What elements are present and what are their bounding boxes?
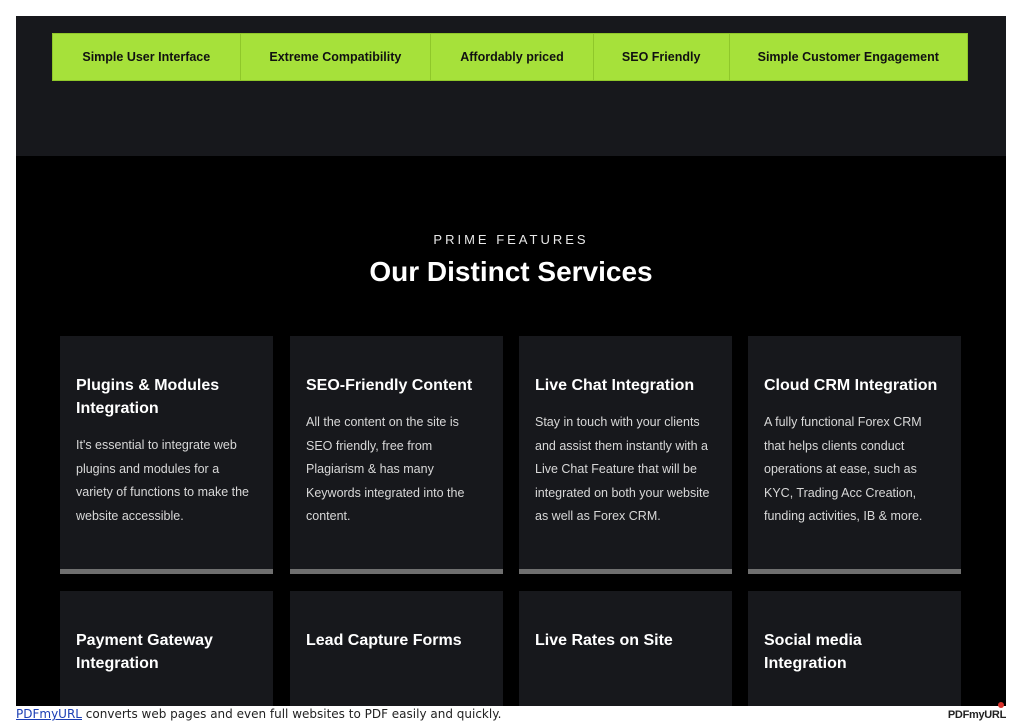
feature-bar: Simple User Interface Extreme Compatibil… (52, 33, 968, 81)
service-card-plugins[interactable]: Plugins & Modules Integration It's essen… (60, 336, 273, 574)
service-card-lead-capture[interactable]: Lead Capture Forms (290, 591, 503, 706)
feature-extreme-compatibility[interactable]: Extreme Compatibility (241, 34, 432, 80)
feature-seo-friendly[interactable]: SEO Friendly (594, 34, 730, 80)
card-title: Cloud CRM Integration (764, 377, 938, 394)
feature-affordably-priced[interactable]: Affordably priced (431, 34, 594, 80)
card-text: Stay in touch with your clients and assi… (535, 415, 710, 523)
card-text: A fully functional Forex CRM that helps … (764, 415, 923, 523)
card-title: Plugins & Modules Integration (76, 377, 220, 417)
card-title: Payment Gateway Integration (76, 632, 213, 672)
service-card-cloud-crm[interactable]: Cloud CRM Integration A fully functional… (748, 336, 961, 574)
service-card-live-chat[interactable]: Live Chat Integration Stay in touch with… (519, 336, 732, 574)
section-title: Our Distinct Services (369, 256, 653, 287)
card-text: All the content on the site is SEO frien… (306, 415, 465, 523)
card-title: Lead Capture Forms (306, 632, 462, 649)
footer-text: converts web pages and even full website… (81, 707, 502, 721)
service-card-live-rates[interactable]: Live Rates on Site (519, 591, 732, 706)
service-card-social-media[interactable]: Social media Integration (748, 591, 961, 706)
logo-dot-icon (998, 702, 1004, 708)
service-card-payment-gateway[interactable]: Payment Gateway Integration (60, 591, 273, 706)
card-text: It's essential to integrate web plugins … (76, 438, 250, 523)
card-title: Social media Integration (764, 632, 862, 672)
top-band: Simple User Interface Extreme Compatibil… (16, 16, 1006, 156)
page-frame: Simple User Interface Extreme Compatibil… (16, 16, 1006, 706)
card-title: SEO-Friendly Content (306, 377, 473, 394)
card-title: Live Chat Integration (535, 377, 695, 394)
feature-simple-ui[interactable]: Simple User Interface (53, 34, 241, 80)
service-card-seo-content[interactable]: SEO-Friendly Content All the content on … (290, 336, 503, 574)
feature-customer-engagement[interactable]: Simple Customer Engagement (730, 34, 967, 80)
logo-text: PDFmyURL (947, 709, 1006, 721)
pdfmyurl-link[interactable]: PDFmyURL (16, 707, 82, 721)
section-eyebrow: PRIME FEATURES (433, 232, 589, 247)
pdf-footer: PDFmyURL converts web pages and even ful… (16, 702, 1006, 723)
card-title: Live Rates on Site (535, 632, 673, 649)
pdfmyurl-logo: PDFmyURL (947, 702, 1006, 723)
